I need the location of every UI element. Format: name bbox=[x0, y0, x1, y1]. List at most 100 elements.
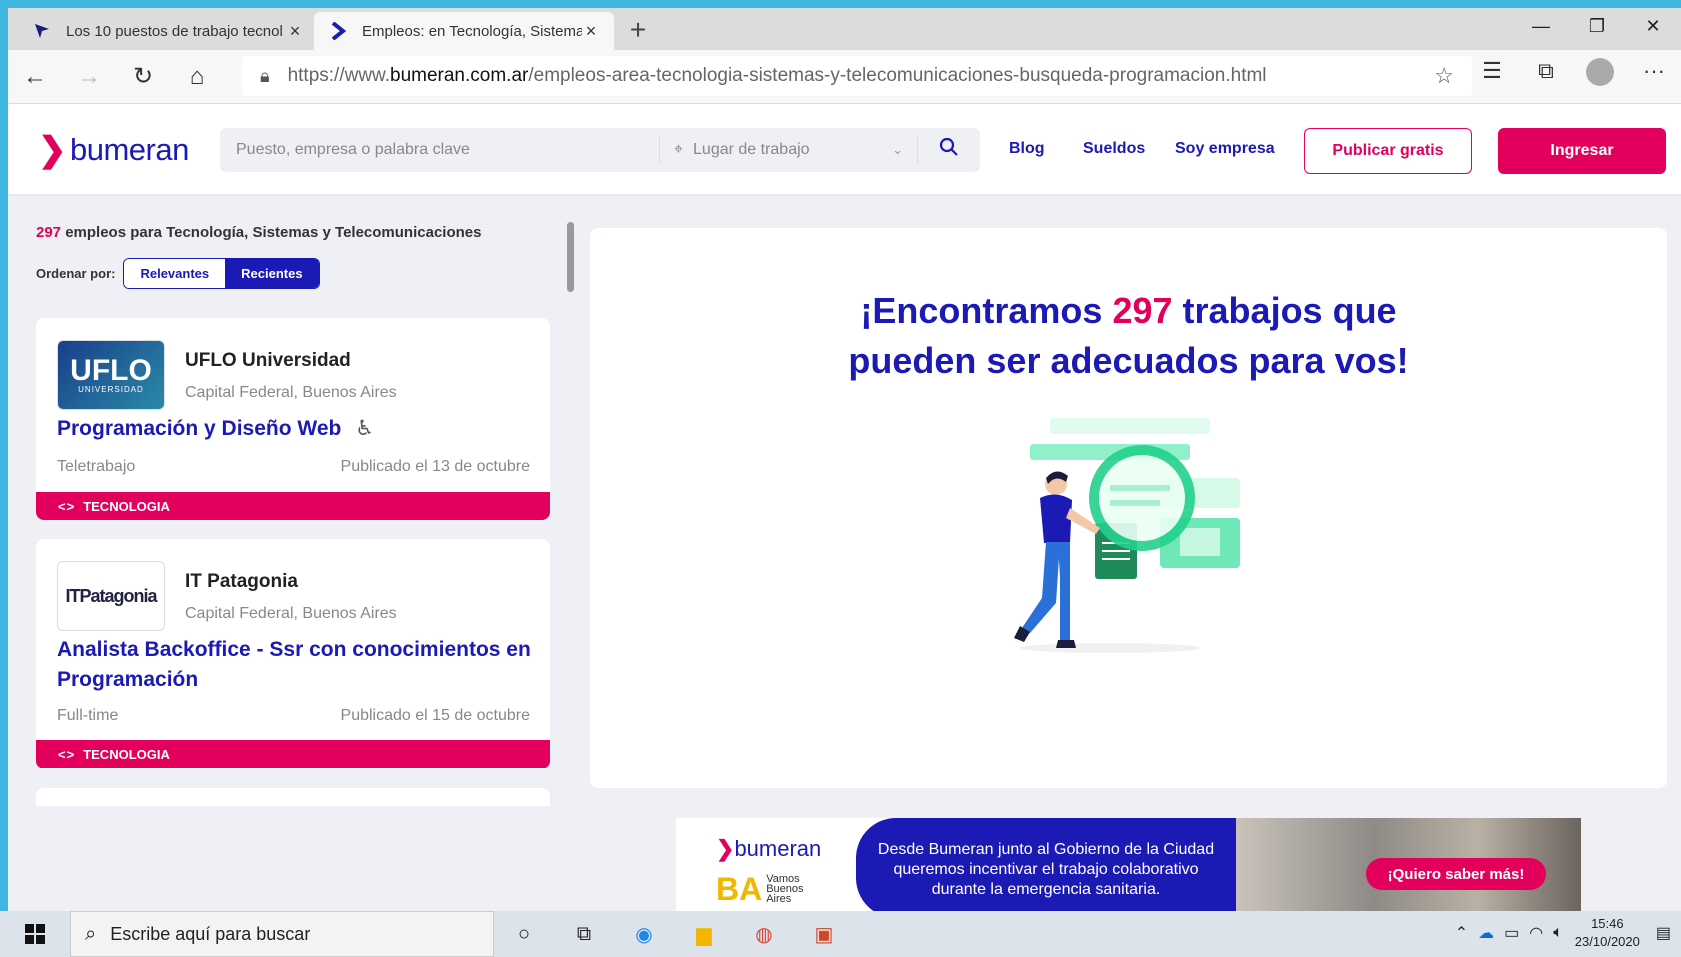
accessibility-icon: ♿︎ bbox=[355, 417, 375, 440]
company-name[interactable]: IT Patagonia bbox=[185, 571, 298, 593]
job-published: Publicado el 15 de octubre bbox=[340, 707, 530, 724]
results-column: 297 empleos para Tecnología, Sistemas y … bbox=[36, 194, 576, 824]
notifications-icon[interactable]: ▤ bbox=[1656, 923, 1671, 943]
chrome-icon[interactable]: ◍ bbox=[734, 922, 794, 947]
bumeran-favicon-icon bbox=[328, 21, 348, 41]
banner-cta-button[interactable]: ¡Quiero saber más! bbox=[1366, 858, 1546, 890]
toolbar-right: ☰ ⧉ ··· bbox=[1465, 58, 1681, 87]
favorites-icon[interactable]: ☰ bbox=[1465, 58, 1519, 86]
tab-1[interactable]: Los 10 puestos de trabajo tecnol × bbox=[18, 12, 318, 50]
job-card-partial[interactable] bbox=[36, 788, 550, 806]
minimize-icon[interactable]: — bbox=[1513, 16, 1569, 37]
browser-window: Los 10 puestos de trabajo tecnol × Emple… bbox=[8, 8, 1681, 911]
tab-title: Los 10 puestos de trabajo tecnol bbox=[66, 22, 283, 40]
search-icon: ⌕ bbox=[85, 922, 97, 945]
sort-toggle: Relevantes Recientes bbox=[123, 258, 320, 289]
onedrive-icon[interactable]: ☁ bbox=[1478, 923, 1494, 943]
collections-icon[interactable]: ⧉ bbox=[1519, 58, 1573, 86]
company-logo: UFLO UNIVERSIDAD bbox=[57, 340, 165, 410]
code-icon: <> bbox=[58, 498, 76, 514]
tab-bar: Los 10 puestos de trabajo tecnol × Emple… bbox=[8, 8, 1681, 50]
system-tray: ⌃ ☁ ▭ ◠ 🔈︎ 15:46 23/10/2020 ▤ bbox=[1445, 915, 1671, 951]
cortana-icon[interactable]: ○ bbox=[494, 923, 554, 946]
blog-link[interactable]: Blog bbox=[1009, 140, 1045, 158]
job-modality: Teletrabajo bbox=[57, 458, 136, 475]
edge-icon[interactable]: ◉ bbox=[614, 922, 674, 947]
cursor-icon bbox=[32, 21, 52, 41]
job-title[interactable]: Programación y Diseño Web ♿︎ bbox=[57, 414, 374, 444]
volume-icon[interactable]: 🔈︎ bbox=[1553, 924, 1563, 942]
job-title[interactable]: Analista Backoffice - Ssr con conocimien… bbox=[57, 635, 531, 695]
category-tag: <> TECNOLOGIA bbox=[36, 492, 550, 520]
wifi-icon[interactable]: ◠ bbox=[1529, 923, 1543, 943]
location-select[interactable]: ⌖ Lugar de trabajo ⌄ bbox=[660, 136, 918, 164]
home-icon[interactable]: ⌂ bbox=[170, 63, 224, 91]
job-card[interactable]: UFLO UNIVERSIDAD UFLO Universidad Capital… bbox=[36, 318, 550, 520]
task-view-icon[interactable]: ⧉ bbox=[554, 923, 614, 946]
windows-start-icon[interactable] bbox=[0, 924, 70, 944]
scrollbar-thumb[interactable] bbox=[567, 222, 574, 292]
chevron-logo-icon: ❯ bbox=[716, 836, 735, 861]
sort-label: Ordenar por: bbox=[36, 266, 116, 281]
category-tag: <> TECNOLOGIA bbox=[36, 740, 550, 768]
search-illustration bbox=[1014, 418, 1240, 653]
file-explorer-icon[interactable]: ▆ bbox=[674, 922, 734, 947]
results-panel: ¡Encontramos 297 trabajos que pueden ser… bbox=[590, 228, 1667, 788]
search-bar: Puesto, empresa o palabra clave ⌖ Lugar … bbox=[220, 128, 980, 172]
page-content: ❯ bumeran Puesto, empresa o palabra clave… bbox=[8, 104, 1681, 911]
clock[interactable]: 15:46 23/10/2020 bbox=[1575, 915, 1640, 951]
new-tab-button[interactable]: + bbox=[620, 14, 656, 46]
job-location: Capital Federal, Buenos Aires bbox=[185, 384, 397, 401]
windows-taskbar: ⌕ Escribe aquí para buscar ○ ⧉ ◉ ▆ ◍ ▣ ⌃ … bbox=[0, 911, 1681, 957]
location-label: Lugar de trabajo bbox=[693, 141, 810, 158]
sort-relevantes[interactable]: Relevantes bbox=[124, 259, 226, 288]
favorite-star-icon[interactable]: ☆ bbox=[1434, 63, 1454, 89]
close-window-icon[interactable]: ✕ bbox=[1625, 16, 1681, 37]
soy-empresa-link[interactable]: Soy empresa bbox=[1175, 140, 1275, 158]
results-headline: ¡Encontramos 297 trabajos que pueden ser… bbox=[848, 290, 1409, 381]
powerpoint-icon[interactable]: ▣ bbox=[794, 922, 854, 947]
address-bar[interactable]: 🔒︎ https://www.bumeran.com.ar/empleos-ar… bbox=[242, 56, 1472, 96]
lock-icon: 🔒︎ bbox=[260, 65, 270, 86]
location-pin-icon: ⌖ bbox=[674, 141, 684, 158]
login-button[interactable]: Ingresar bbox=[1498, 128, 1666, 174]
refresh-icon[interactable]: ↻ bbox=[116, 62, 170, 91]
tray-expand-icon[interactable]: ⌃ bbox=[1455, 923, 1468, 943]
search-input[interactable]: Puesto, empresa o palabra clave bbox=[220, 136, 660, 164]
promo-banner[interactable]: ❯bumeran BA Vamos Buenos Aires Desde Bumera… bbox=[676, 818, 1581, 911]
battery-icon[interactable]: ▭ bbox=[1504, 923, 1519, 943]
publish-free-button[interactable]: Publicar gratis bbox=[1304, 128, 1472, 174]
search-button[interactable] bbox=[918, 137, 980, 163]
site-header: ❯ bumeran Puesto, empresa o palabra clave… bbox=[8, 104, 1681, 194]
close-tab-icon[interactable]: × bbox=[582, 21, 600, 42]
job-modality: Full-time bbox=[57, 707, 119, 724]
bumeran-logo[interactable]: ❯ bumeran bbox=[38, 130, 189, 170]
search-icon bbox=[939, 137, 958, 156]
url-text: https://www.bumeran.com.ar/empleos-area-… bbox=[287, 65, 1267, 86]
back-icon[interactable]: ← bbox=[8, 63, 62, 91]
profile-avatar[interactable] bbox=[1573, 58, 1627, 87]
results-count: 297 empleos para Tecnología, Sistemas y … bbox=[36, 224, 482, 241]
sort-control: Ordenar por: Relevantes Recientes bbox=[36, 258, 320, 289]
chevron-logo-icon: ❯ bbox=[38, 131, 67, 169]
job-location: Capital Federal, Buenos Aires bbox=[185, 605, 397, 622]
forward-icon[interactable]: → bbox=[62, 63, 116, 91]
sueldos-link[interactable]: Sueldos bbox=[1083, 140, 1145, 158]
company-logo: ITPatagonia bbox=[57, 561, 165, 631]
tab-title: Empleos: en Tecnología, Sistemas bbox=[362, 22, 582, 40]
window-controls: — ❐ ✕ bbox=[1513, 16, 1681, 37]
company-name[interactable]: UFLO Universidad bbox=[185, 350, 351, 372]
restore-icon[interactable]: ❐ bbox=[1569, 16, 1625, 37]
tab-2[interactable]: Empleos: en Tecnología, Sistemas × bbox=[314, 12, 614, 50]
address-toolbar: ← → ↻ ⌂ 🔒︎ https://www.bumeran.com.ar/em… bbox=[8, 50, 1681, 104]
more-icon[interactable]: ··· bbox=[1627, 58, 1681, 86]
taskbar-search[interactable]: ⌕ Escribe aquí para buscar bbox=[70, 911, 494, 957]
code-icon: <> bbox=[58, 746, 76, 762]
sort-recientes[interactable]: Recientes bbox=[225, 259, 319, 288]
chevron-down-icon: ⌄ bbox=[892, 142, 903, 157]
ba-logo: BA Vamos Buenos Aires bbox=[716, 871, 804, 907]
banner-text: Desde Bumeran junto al Gobierno de la Ci… bbox=[877, 841, 1215, 898]
job-card[interactable]: ITPatagonia IT Patagonia Capital Federal… bbox=[36, 539, 550, 769]
close-tab-icon[interactable]: × bbox=[286, 21, 304, 42]
job-published: Publicado el 13 de octubre bbox=[340, 458, 530, 475]
